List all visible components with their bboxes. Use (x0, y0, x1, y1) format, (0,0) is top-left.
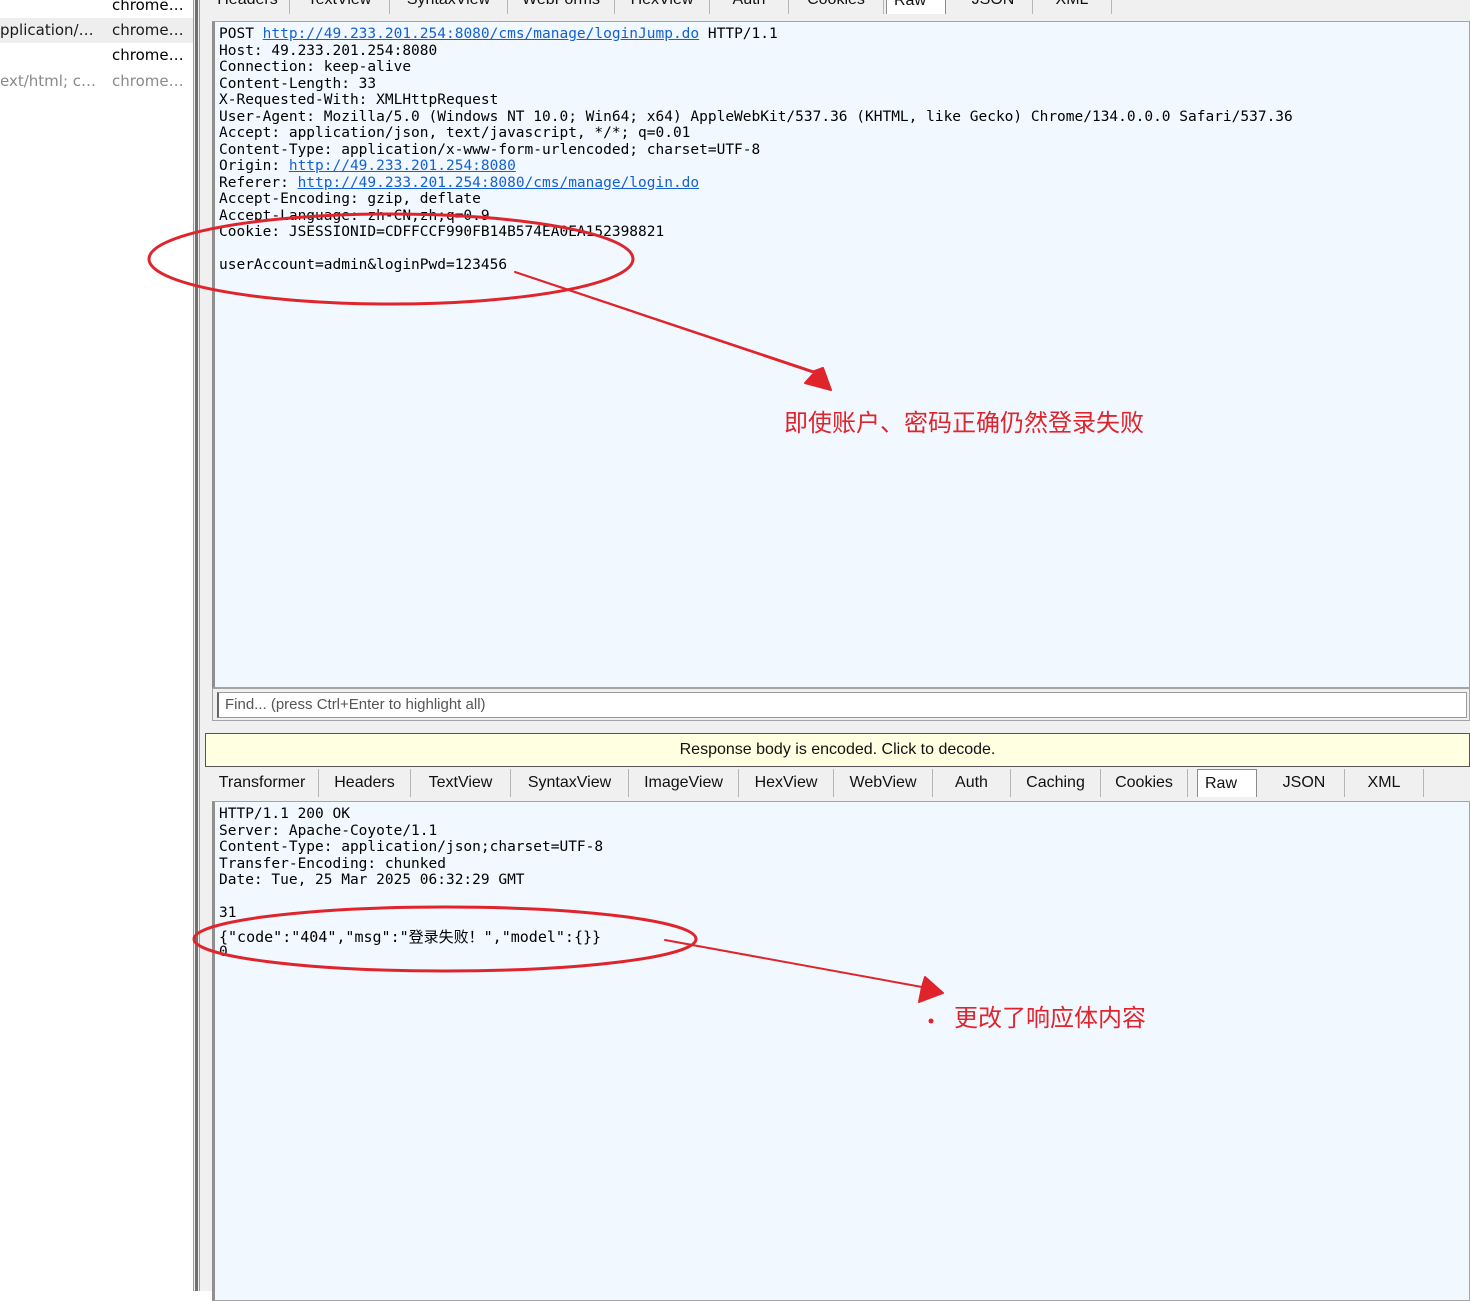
request-annotation-text: 即使账户、密码正确仍然登录失败 (784, 409, 1144, 437)
bullet-dot (928, 1018, 934, 1024)
request-highlight-ellipse (147, 212, 635, 306)
response-highlight-ellipse (192, 905, 698, 973)
response-arrow (664, 939, 944, 1003)
response-annotation-text: 更改了响应体内容 (954, 1004, 1146, 1032)
annotation-overlay (147, 212, 944, 1024)
